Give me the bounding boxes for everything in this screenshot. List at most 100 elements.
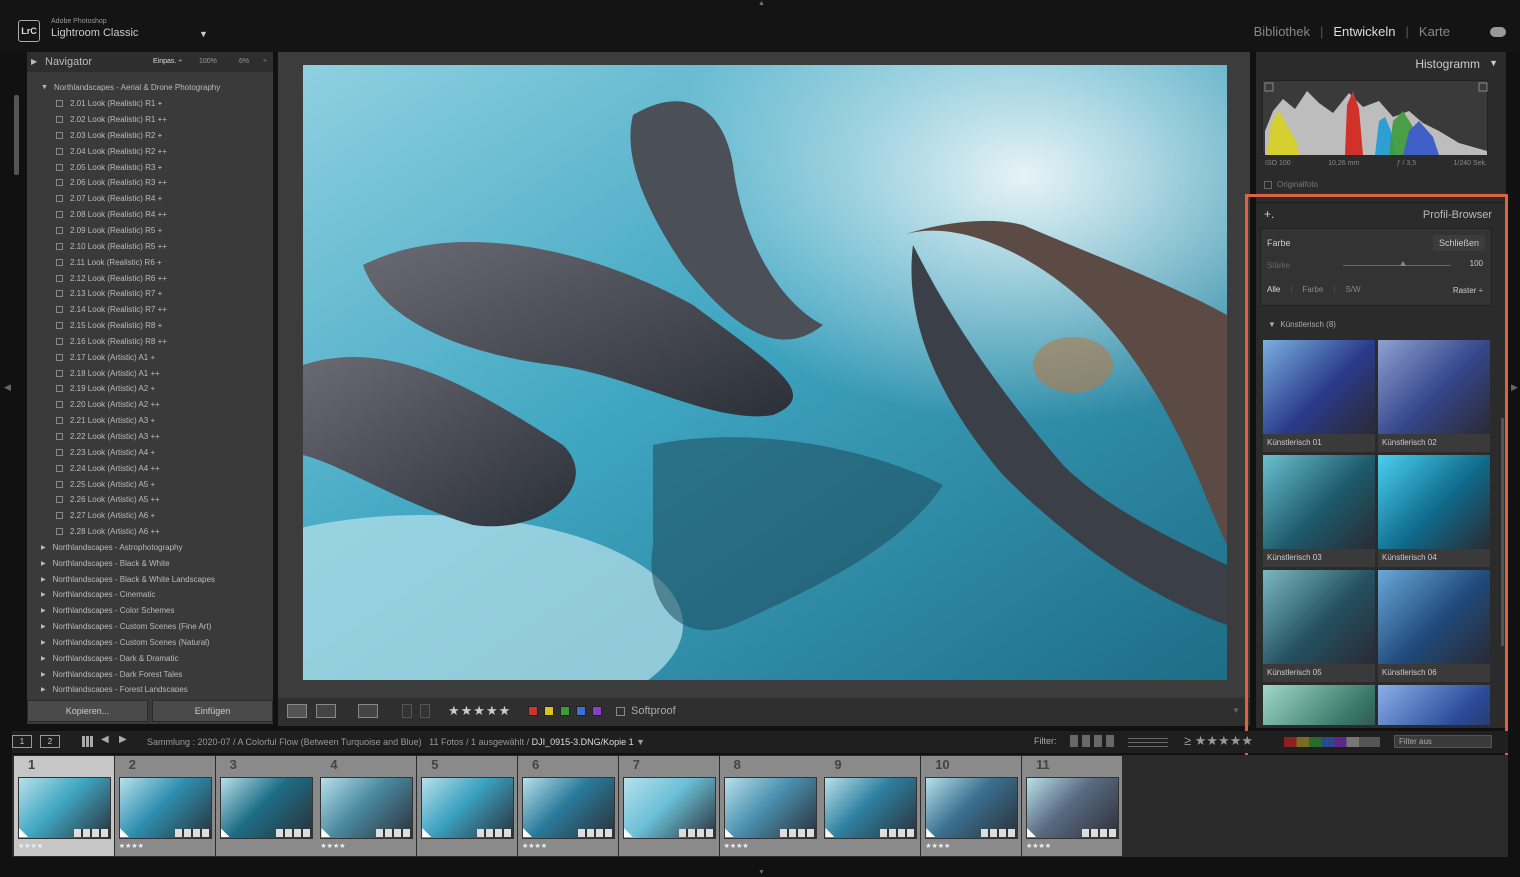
preset-item[interactable]: 2.09 Look (Realistic) R5 +	[27, 223, 273, 239]
preset-item[interactable]: 2.01 Look (Realistic) R1 +	[27, 96, 273, 112]
view-mode-select[interactable]: Raster ÷	[1453, 286, 1483, 295]
filmstrip-thumbnail[interactable]: 11 ★★★★	[1022, 756, 1122, 856]
chevron-down-icon[interactable]: ▼	[636, 737, 645, 747]
right-panel-toggle-icon[interactable]: ▶	[1511, 382, 1518, 393]
filmstrip-thumbnail[interactable]: 8 ★★★★	[719, 756, 820, 856]
amount-value[interactable]: 100	[1470, 259, 1483, 268]
preset-folder[interactable]: ▶ Northlandscapes - Dark Forest Tales	[27, 666, 273, 682]
preset-item[interactable]: 2.05 Look (Realistic) R3 +	[27, 159, 273, 175]
preset-item[interactable]: 2.13 Look (Realistic) R7 +	[27, 286, 273, 302]
color-label-swatch[interactable]	[560, 706, 570, 716]
filmstrip-thumbnail[interactable]: 7	[618, 756, 719, 856]
preset-item[interactable]: 2.21 Look (Artistic) A3 +	[27, 413, 273, 429]
profile-thumbnail[interactable]: Künstlerisch 04	[1378, 455, 1490, 567]
secondary-window-button[interactable]: 2	[40, 735, 60, 748]
preset-item[interactable]: 2.06 Look (Realistic) R3 ++	[27, 175, 273, 191]
filmstrip-thumbnail[interactable]: 4 ★★★★	[316, 756, 417, 856]
preset-item[interactable]: 2.24 Look (Artistic) A4 ++	[27, 460, 273, 476]
preset-item[interactable]: 2.02 Look (Realistic) R1 ++	[27, 112, 273, 128]
main-photo[interactable]	[303, 65, 1227, 680]
module-karte[interactable]: Karte	[1413, 24, 1456, 39]
zoom-6[interactable]: 6%	[239, 58, 249, 65]
preset-item[interactable]: 2.22 Look (Artistic) A3 ++	[27, 429, 273, 445]
profile-thumbnail[interactable]: Künstlerisch 06	[1378, 570, 1490, 682]
reject-flag-icon[interactable]	[420, 704, 430, 718]
preset-folder[interactable]: ▶ Northlandscapes - Astrophotography	[27, 539, 273, 555]
preset-item[interactable]: 2.04 Look (Realistic) R2 ++	[27, 143, 273, 159]
preset-folder-open[interactable]: ▼ Northlandscapes - Aerial & Drone Photo…	[27, 80, 273, 96]
preset-folder[interactable]: ▶ Northlandscapes - Forest Landscapes	[27, 682, 273, 692]
flag-filter-icon[interactable]	[1070, 735, 1116, 747]
profile-thumbnail[interactable]	[1263, 685, 1375, 725]
module-entwickeln[interactable]: Entwickeln	[1327, 24, 1401, 39]
tab-sw[interactable]: S/W	[1345, 285, 1360, 294]
back-arrow-icon[interactable]: ◀	[101, 734, 109, 745]
before-after-split-icon[interactable]	[358, 704, 378, 718]
loupe-view-icon[interactable]	[287, 704, 307, 718]
bottom-panel-toggle-icon[interactable]: ▼	[758, 869, 765, 876]
color-filter-icon[interactable]	[1284, 737, 1380, 747]
rating-filter[interactable]: ≥ ★★★★★	[1184, 733, 1253, 749]
collection-breadcrumb[interactable]: Sammlung : 2020-07 / A Colorful Flow (Be…	[147, 737, 645, 747]
preset-item[interactable]: 2.16 Look (Realistic) R8 ++	[27, 334, 273, 350]
filmstrip-thumbnail[interactable]: 5	[417, 756, 518, 856]
paste-button[interactable]: Einfügen	[152, 700, 273, 722]
zoom-100[interactable]: 100%	[199, 58, 217, 65]
original-photo-toggle[interactable]: Originalfoto	[1264, 180, 1318, 189]
preset-item[interactable]: 2.18 Look (Artistic) A1 ++	[27, 365, 273, 381]
preset-item[interactable]: 2.19 Look (Artistic) A2 +	[27, 381, 273, 397]
preset-item[interactable]: 2.11 Look (Realistic) R6 +	[27, 254, 273, 270]
filmstrip-thumbnail[interactable]: 1 ★★★★	[14, 756, 114, 856]
color-label-swatch[interactable]	[544, 706, 554, 716]
preset-item[interactable]: 2.28 Look (Artistic) A6 ++	[27, 524, 273, 540]
collapse-triangle-icon[interactable]: ▶	[31, 57, 37, 66]
filmstrip-thumbnail[interactable]: 9	[820, 756, 921, 856]
right-panel-scrollbar[interactable]	[1501, 418, 1504, 646]
softproof-toggle[interactable]: Softproof	[616, 705, 676, 717]
preset-item[interactable]: 2.03 Look (Realistic) R2 +	[27, 128, 273, 144]
zoom-more[interactable]: ÷	[263, 58, 267, 65]
softproof-checkbox[interactable]	[616, 706, 625, 716]
identity-plate-menu-icon[interactable]: ▼	[199, 29, 208, 39]
collapse-triangle-icon[interactable]: ▼	[1489, 58, 1498, 68]
profile-thumbnail[interactable]: Künstlerisch 03	[1263, 455, 1375, 567]
preset-item[interactable]: 2.07 Look (Realistic) R4 +	[27, 191, 273, 207]
profile-thumbnail[interactable]: Künstlerisch 05	[1263, 570, 1375, 682]
preset-folder[interactable]: ▶ Northlandscapes - Custom Scenes (Natura…	[27, 635, 273, 651]
histogram[interactable]	[1262, 80, 1488, 155]
filmstrip-thumbnail[interactable]: 3	[215, 756, 316, 856]
filmstrip-thumbnail[interactable]: 6 ★★★★	[518, 756, 618, 856]
top-panel-toggle-icon[interactable]: ▲	[758, 0, 765, 7]
preset-item[interactable]: 2.10 Look (Realistic) R5 ++	[27, 238, 273, 254]
edit-filter-icon[interactable]	[1128, 735, 1168, 747]
navigator-header[interactable]: ▶ Navigator Einpas. ÷ 100% 6% ÷	[27, 52, 273, 72]
filmstrip-thumbnail[interactable]: 10 ★★★★	[921, 756, 1022, 856]
rating-stars[interactable]: ★★★★★	[448, 703, 511, 719]
color-label-swatch[interactable]	[592, 706, 602, 716]
preset-folder[interactable]: ▶ Northlandscapes - Dark & Dramatic	[27, 650, 273, 666]
preset-item[interactable]: 2.15 Look (Realistic) R8 +	[27, 318, 273, 334]
forward-arrow-icon[interactable]: ▶	[119, 734, 127, 745]
preset-item[interactable]: 2.20 Look (Artistic) A2 ++	[27, 397, 273, 413]
zoom-fit[interactable]: Einpas. ÷	[153, 58, 182, 65]
profile-thumbnail[interactable]: Künstlerisch 01	[1263, 340, 1375, 452]
amount-slider-knob[interactable]	[1400, 261, 1406, 266]
preset-item[interactable]: 2.27 Look (Artistic) A6 +	[27, 508, 273, 524]
original-photo-checkbox[interactable]	[1264, 180, 1272, 189]
preset-item[interactable]: 2.08 Look (Realistic) R4 ++	[27, 207, 273, 223]
color-label-swatch[interactable]	[528, 706, 538, 716]
preset-folder[interactable]: ▶ Northlandscapes - Black & White	[27, 555, 273, 571]
preset-item[interactable]: 2.12 Look (Realistic) R6 ++	[27, 270, 273, 286]
preset-item[interactable]: 2.14 Look (Realistic) R7 ++	[27, 302, 273, 318]
module-bibliothek[interactable]: Bibliothek	[1248, 24, 1316, 39]
tab-alle[interactable]: Alle	[1267, 285, 1280, 294]
preset-item[interactable]: 2.25 Look (Artistic) A5 +	[27, 476, 273, 492]
amount-slider[interactable]	[1343, 265, 1451, 266]
preset-folder[interactable]: ▶ Northlandscapes - Black & White Landsca…	[27, 571, 273, 587]
preset-folder[interactable]: ▶ Northlandscapes - Custom Scenes (Fine A…	[27, 619, 273, 635]
filmstrip-thumbnail[interactable]: 2 ★★★★	[114, 756, 215, 856]
cloud-sync-icon[interactable]	[1490, 27, 1506, 37]
preset-item[interactable]: 2.23 Look (Artistic) A4 +	[27, 444, 273, 460]
flag-icon[interactable]	[402, 704, 412, 718]
tab-farbe[interactable]: Farbe	[1302, 285, 1323, 294]
